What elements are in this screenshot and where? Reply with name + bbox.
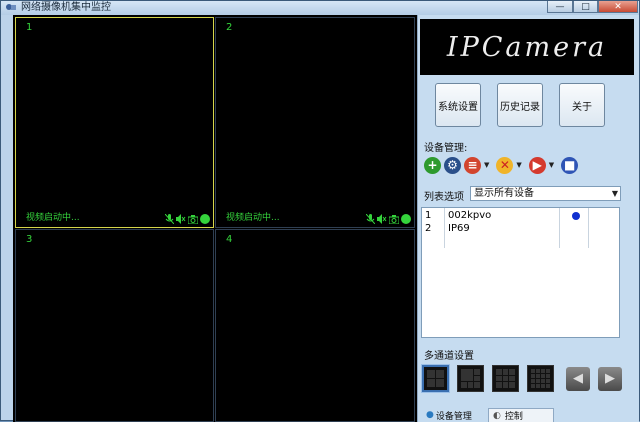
layout-9-button[interactable] [492, 365, 519, 392]
layout-16-button[interactable] [527, 365, 554, 392]
close-icon: ✕ [614, 1, 622, 12]
system-settings-button[interactable]: 系统设置 [435, 83, 481, 127]
search-device-icon[interactable]: ⚙ [444, 156, 461, 174]
globe-icon: ● [426, 410, 434, 420]
layout-6-button[interactable] [457, 365, 484, 392]
list-option-select[interactable]: 显示所有设备 ▼ [470, 186, 621, 201]
list-option-label: 列表选项 [424, 192, 464, 203]
list-item[interactable]: 1 002kpvo [422, 210, 619, 222]
play-dropdown-icon[interactable]: ▼ [549, 161, 554, 169]
device-management-label: 设备管理: [424, 143, 468, 154]
add-icon[interactable]: + [424, 156, 441, 174]
video-cell-1[interactable]: 1 视频启动中... [15, 17, 214, 228]
video-cell-4[interactable]: 4 [215, 229, 415, 422]
camera-icon[interactable] [389, 214, 399, 224]
list-item[interactable]: 2 IP69 [422, 223, 619, 235]
brand-logo: IPCamera [420, 19, 634, 75]
delete-icon[interactable]: ✕ [496, 156, 514, 174]
close-button[interactable]: ✕ [598, 1, 638, 13]
delete-dropdown-icon[interactable]: ▼ [516, 161, 521, 169]
title-bar[interactable]: 网络摄像机集中监控 — □ ✕ [1, 1, 639, 15]
multichannel-label: 多通道设置 [424, 351, 474, 362]
window-title: 网络摄像机集中监控 [21, 2, 111, 13]
play-icon[interactable]: ▶ [528, 156, 546, 174]
edit-dropdown-icon[interactable]: ▼ [484, 161, 489, 169]
video-cell-3[interactable]: 3 [15, 229, 214, 422]
record-dot-icon[interactable] [200, 214, 210, 224]
device-name: 002kpvo [448, 210, 492, 221]
control-icon: ◐ [493, 410, 501, 421]
tab-device-management[interactable]: ● 设备管理 [422, 408, 486, 422]
maximize-icon: □ [581, 1, 590, 12]
record-dot-icon[interactable] [401, 214, 411, 224]
app-window: 网络摄像机集中监控 — □ ✕ 1 视频启动中... 2 视频启动中... 3 … [0, 0, 640, 422]
cell-number: 2 [226, 22, 233, 33]
speaker-muted-icon[interactable] [176, 214, 186, 224]
list-option-value: 显示所有设备 [474, 188, 534, 199]
device-toolbar: + ⚙ ≡ ▼ ✕ ▼ ▶ ▼ ■ [424, 155, 579, 175]
cell-number: 4 [226, 234, 233, 245]
device-list[interactable]: 1 002kpvo 2 IP69 [421, 207, 620, 338]
control-panel: IPCamera 系统设置 历史记录 关于 设备管理: + ⚙ ≡ ▼ ✕ ▼ … [417, 15, 639, 422]
cell-status-text: 视频启动中... [26, 213, 80, 223]
device-index: 2 [425, 223, 432, 234]
tab-control[interactable]: ◐ 控制 [488, 408, 554, 422]
about-button[interactable]: 关于 [559, 83, 605, 127]
next-page-icon[interactable]: ▶ [598, 366, 622, 391]
stop-icon[interactable]: ■ [561, 156, 579, 174]
camera-icon[interactable] [188, 214, 198, 224]
tab-label: 控制 [504, 412, 523, 422]
speaker-muted-icon[interactable] [377, 214, 387, 224]
app-logo-icon [6, 4, 16, 10]
layout-4-button[interactable] [421, 364, 450, 393]
chevron-down-icon: ▼ [611, 189, 618, 198]
maximize-button[interactable]: □ [573, 1, 598, 13]
minimize-icon: — [555, 1, 565, 12]
tab-label: 设备管理 [435, 411, 472, 422]
online-status-icon [572, 212, 580, 220]
device-index: 1 [425, 210, 432, 221]
cell-controls [365, 214, 411, 224]
video-cell-2[interactable]: 2 视频启动中... [215, 17, 415, 228]
device-name: IP69 [448, 223, 470, 234]
video-grid: 1 视频启动中... 2 视频启动中... 3 4 [13, 15, 417, 422]
cell-number: 3 [26, 234, 33, 245]
cell-number: 1 [26, 22, 33, 33]
layout-selector: ◀ ▶ [421, 364, 622, 393]
mic-muted-icon[interactable] [365, 214, 375, 224]
previous-page-icon[interactable]: ◀ [566, 366, 590, 391]
bottom-tab-bar: ● 设备管理 ◐ 控制 [418, 408, 640, 422]
mic-muted-icon[interactable] [164, 214, 174, 224]
minimize-button[interactable]: — [547, 1, 573, 13]
edit-icon[interactable]: ≡ [464, 156, 481, 174]
cell-status-text: 视频启动中... [226, 213, 280, 223]
history-button[interactable]: 历史记录 [497, 83, 543, 127]
cell-controls [164, 214, 210, 224]
